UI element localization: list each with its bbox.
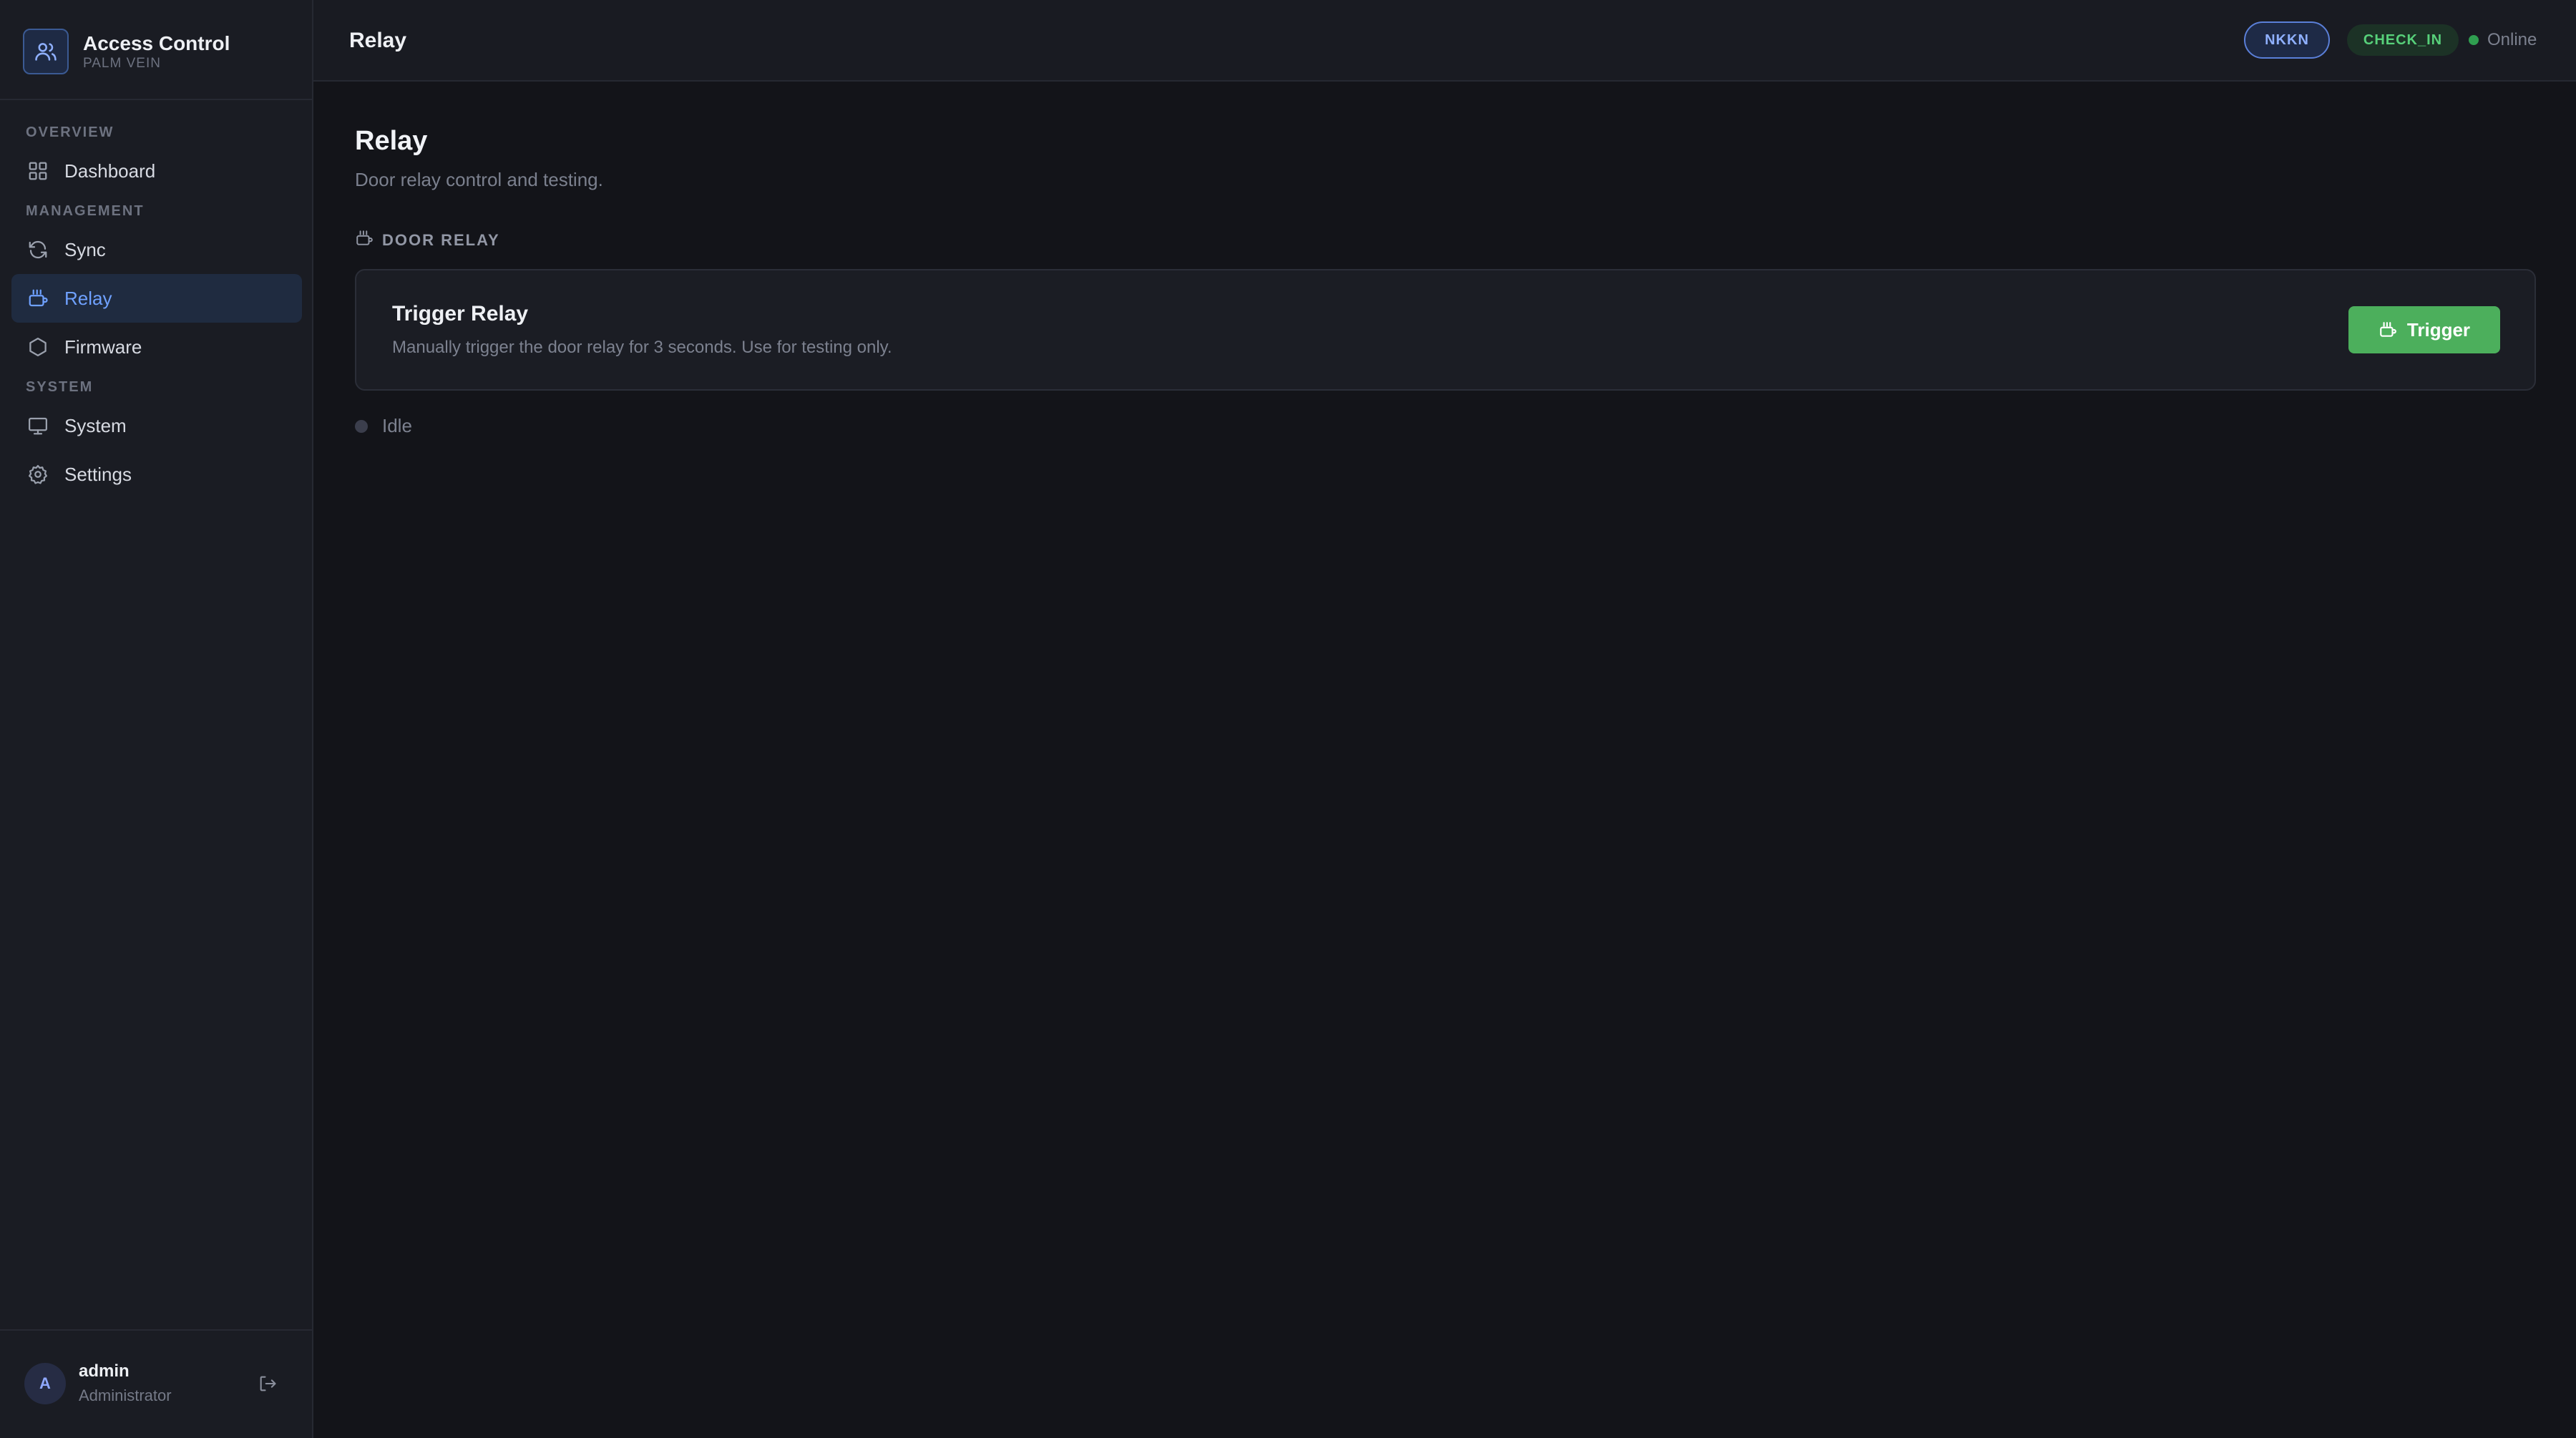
hexagon-icon: [26, 335, 50, 359]
sidebar-item-label: Sync: [64, 238, 106, 260]
sidebar-item-label: Settings: [64, 463, 132, 485]
sidebar-item-label: Firmware: [64, 336, 142, 358]
app-subtitle: PALM VEIN: [83, 56, 161, 71]
card-description: Manually trigger the door relay for 3 se…: [392, 338, 892, 357]
sidebar-item-sync[interactable]: Sync: [11, 225, 302, 274]
online-dot-icon: [2469, 35, 2479, 45]
user-role: Administrator: [79, 1386, 172, 1404]
relay-status: Idle: [355, 415, 412, 437]
trigger-relay-card: Trigger Relay Manually trigger the door …: [355, 269, 2536, 391]
sidebar-item-label: System: [64, 414, 127, 436]
section-label-overview: OVERVIEW: [26, 124, 114, 140]
avatar: A: [24, 1363, 66, 1404]
sidebar-item-system[interactable]: System: [11, 401, 302, 450]
mode-badge: CHECK_IN: [2347, 24, 2459, 56]
app-title: Access Control: [83, 32, 230, 54]
connection-status-text: Online: [2487, 30, 2537, 49]
sidebar-item-label: Relay: [64, 287, 112, 309]
user-name: admin: [79, 1361, 130, 1381]
users-icon: [23, 29, 69, 74]
relay-icon: [355, 229, 374, 251]
trigger-button-label: Trigger: [2406, 318, 2471, 341]
sidebar: Access Control PALM VEIN OVERVIEW Dashbo…: [0, 0, 313, 1438]
sidebar-item-firmware[interactable]: Firmware: [11, 323, 302, 371]
top-header: Relay NKKN CHECK_IN Online: [313, 0, 2576, 82]
relay-icon: [2379, 321, 2397, 339]
trigger-button[interactable]: Trigger: [2348, 306, 2500, 353]
sidebar-item-relay[interactable]: Relay: [11, 274, 302, 323]
connection-status: Online: [2469, 30, 2537, 50]
section-header-door-relay: DOOR RELAY: [355, 229, 500, 251]
logout-button[interactable]: [255, 1372, 280, 1398]
refresh-icon: [26, 238, 50, 262]
sidebar-item-settings[interactable]: Settings: [11, 450, 302, 499]
device-badge[interactable]: NKKN: [2244, 21, 2330, 59]
page-subtitle: Door relay control and testing.: [355, 169, 603, 190]
sidebar-item-dashboard[interactable]: Dashboard: [11, 147, 302, 195]
sidebar-divider: [0, 99, 312, 100]
section-label-system: SYSTEM: [26, 379, 94, 395]
sidebar-footer-divider: [0, 1329, 312, 1331]
gear-icon: [26, 462, 50, 486]
brand[interactable]: Access Control PALM VEIN: [23, 29, 230, 74]
logout-icon: [258, 1374, 278, 1397]
status-dot-icon: [355, 419, 368, 433]
header-title: Relay: [349, 29, 407, 52]
card-title: Trigger Relay: [392, 302, 529, 326]
section-label: DOOR RELAY: [382, 230, 500, 249]
monitor-icon: [26, 414, 50, 438]
section-label-management: MANAGEMENT: [26, 203, 145, 219]
relay-icon: [26, 286, 50, 310]
sidebar-item-label: Dashboard: [64, 160, 156, 182]
page-title: Relay: [355, 126, 428, 156]
grid-icon: [26, 159, 50, 183]
relay-status-text: Idle: [382, 415, 412, 436]
